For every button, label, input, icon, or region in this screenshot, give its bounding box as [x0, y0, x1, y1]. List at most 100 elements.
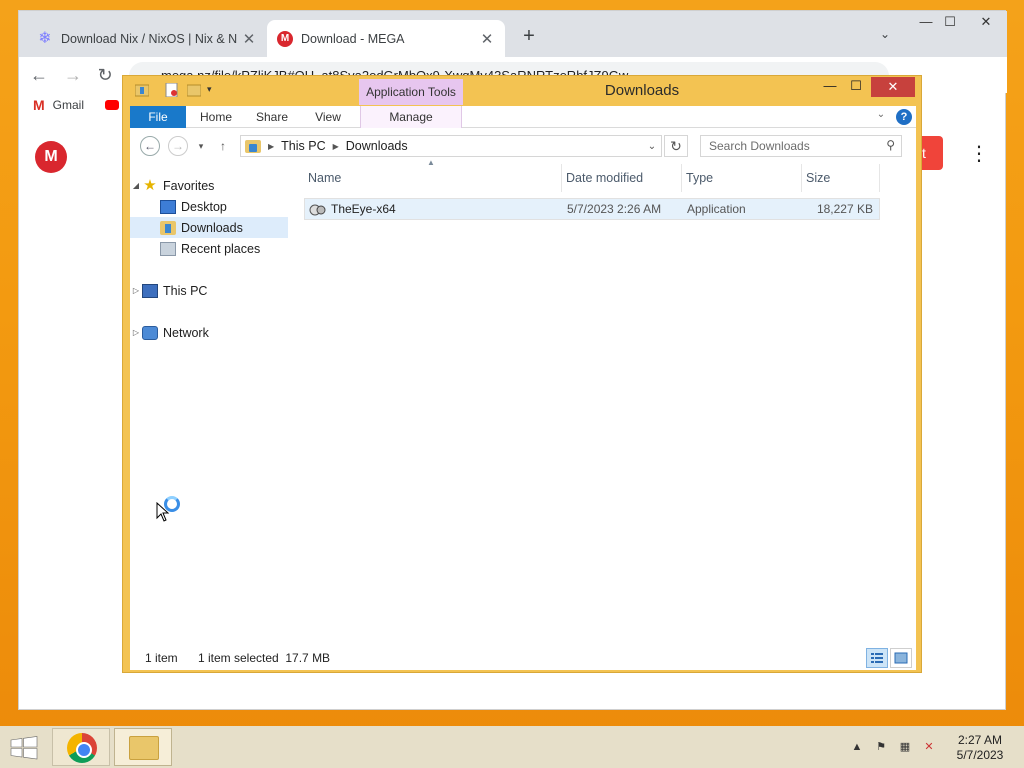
- taskbar-chrome[interactable]: [52, 728, 110, 766]
- details-view-button[interactable]: [866, 648, 888, 668]
- item-count: 1 item: [145, 651, 178, 665]
- help-icon[interactable]: ?: [896, 109, 912, 125]
- show-hidden-icons-button[interactable]: ▲: [850, 740, 864, 754]
- explorer-titlebar: ▾ Application Tools Downloads — ☐ ✕: [123, 76, 921, 106]
- explorer-content: ◢ ★ Favorites Desktop Downloads Recent p…: [130, 158, 916, 646]
- breadcrumb-arrow-icon[interactable]: ▶: [333, 142, 339, 151]
- reload-button[interactable]: ↻: [93, 63, 117, 87]
- file-date: 5/7/2023 2:26 AM: [567, 202, 662, 216]
- action-center-flag-icon[interactable]: ⚑: [874, 740, 888, 754]
- large-icons-view-button[interactable]: [890, 648, 912, 668]
- breadcrumb-downloads[interactable]: Downloads: [346, 139, 408, 153]
- tab-share[interactable]: Share: [250, 106, 294, 128]
- explorer-window: ▾ Application Tools Downloads — ☐ ✕ File…: [122, 75, 922, 673]
- up-button[interactable]: ↑: [216, 136, 230, 156]
- details-view-icon: [871, 653, 883, 663]
- close-icon[interactable]: ✕: [479, 30, 495, 48]
- window-title: Downloads: [604, 82, 680, 99]
- column-date-modified[interactable]: Date modified: [562, 164, 682, 192]
- large-icons-view-icon: [894, 652, 908, 664]
- close-window-button[interactable]: ✕: [871, 77, 915, 97]
- recent-locations-icon[interactable]: ▾: [194, 136, 208, 156]
- forward-button[interactable]: →: [168, 136, 188, 156]
- file-name: TheEye-x64: [331, 202, 396, 216]
- nav-label: Desktop: [181, 199, 227, 214]
- close-window-button[interactable]: ✕: [973, 15, 999, 31]
- column-size[interactable]: Size: [802, 164, 880, 192]
- more-menu-icon[interactable]: ⋮: [969, 143, 989, 165]
- windows-start-icon[interactable]: [10, 736, 38, 760]
- column-name[interactable]: Name: [304, 164, 562, 192]
- tab-file[interactable]: File: [130, 106, 186, 128]
- nav-label: Network: [163, 325, 209, 340]
- ribbon-tabs: File Home Share View Manage ⌄ ?: [130, 106, 916, 128]
- breadcrumb-this-pc[interactable]: This PC: [281, 139, 325, 153]
- file-row[interactable]: TheEye-x64 5/7/2023 2:26 AM Application …: [304, 198, 880, 220]
- nav-downloads[interactable]: Downloads: [130, 217, 288, 238]
- nav-network[interactable]: ▷ Network: [130, 322, 288, 343]
- tab-mega-download[interactable]: M Download - MEGA ✕: [267, 20, 505, 57]
- nav-label: Recent places: [181, 241, 261, 256]
- youtube-icon[interactable]: [105, 100, 119, 110]
- maximize-button[interactable]: ☐: [843, 79, 869, 95]
- selection-info: 1 item selected 17.7 MB: [198, 651, 331, 665]
- clock-date: 5/7/2023: [956, 748, 1004, 762]
- nav-this-pc[interactable]: ▷ This PC: [130, 280, 288, 301]
- status-bar: 1 item 1 item selected 17.7 MB: [130, 646, 916, 670]
- downloads-folder-icon: [245, 139, 261, 153]
- file-size: 18,227 KB: [816, 202, 873, 216]
- star-icon: ★: [143, 176, 157, 194]
- breadcrumb-arrow-icon[interactable]: ▶: [268, 142, 274, 151]
- search-placeholder: Search Downloads: [709, 139, 810, 153]
- browser-tab-strip: ❄ Download Nix / NixOS | Nix & N ✕ M Dow…: [19, 11, 1007, 57]
- column-type[interactable]: Type: [682, 164, 802, 192]
- volume-muted-icon[interactable]: ✕: [922, 740, 936, 754]
- search-icon: ⚲: [886, 138, 895, 152]
- close-icon[interactable]: ✕: [241, 30, 257, 48]
- gmail-icon: M: [33, 97, 45, 113]
- nav-desktop[interactable]: Desktop: [130, 196, 288, 217]
- network-icon: [142, 325, 158, 340]
- expand-arrow-icon[interactable]: ▷: [130, 328, 142, 337]
- back-button[interactable]: ←: [140, 136, 160, 156]
- new-tab-button[interactable]: +: [517, 25, 541, 49]
- file-explorer-icon: [129, 736, 159, 760]
- address-row: ← → ▾ ↑ ▶ This PC ▶ Downloads ⌄ ↻ Search…: [130, 128, 916, 164]
- mega-icon: M: [277, 30, 293, 47]
- explorer-address-bar[interactable]: ▶ This PC ▶ Downloads ⌄: [240, 135, 662, 157]
- tab-manage[interactable]: Manage: [366, 106, 456, 128]
- taskbar-file-explorer[interactable]: [114, 728, 172, 766]
- maximize-button[interactable]: ☐: [937, 15, 963, 31]
- search-input[interactable]: Search Downloads ⚲: [700, 135, 902, 157]
- minimize-button[interactable]: —: [913, 15, 939, 31]
- back-button[interactable]: ←: [27, 63, 51, 87]
- nav-label: Downloads: [181, 220, 243, 235]
- clock-time: 2:27 AM: [957, 733, 1003, 747]
- downloads-icon: [160, 220, 176, 235]
- tab-view[interactable]: View: [306, 106, 350, 128]
- tab-title: Download Nix / NixOS | Nix & N: [61, 31, 238, 46]
- network-icon[interactable]: ▦: [898, 740, 912, 754]
- mega-logo[interactable]: M: [35, 141, 67, 173]
- desktop-icon: [160, 199, 176, 214]
- computer-icon: [142, 283, 158, 298]
- navigation-pane: ◢ ★ Favorites Desktop Downloads Recent p…: [130, 164, 298, 646]
- refresh-button[interactable]: ↻: [664, 135, 688, 157]
- tab-title: Download - MEGA: [301, 31, 405, 46]
- bookmark-gmail[interactable]: M Gmail: [33, 97, 84, 113]
- forward-button[interactable]: →: [61, 63, 85, 87]
- nav-favorites[interactable]: ◢ ★ Favorites: [130, 175, 288, 196]
- nav-recent-places[interactable]: Recent places: [130, 238, 288, 259]
- chrome-icon: [67, 733, 97, 763]
- minimize-button[interactable]: —: [817, 79, 843, 95]
- nix-snowflake-icon: ❄: [38, 29, 52, 47]
- expand-arrow-icon[interactable]: ▷: [130, 286, 142, 295]
- tab-home[interactable]: Home: [194, 106, 238, 128]
- file-name-cell: TheEye-x64: [309, 199, 559, 219]
- tab-nix-download[interactable]: ❄ Download Nix / NixOS | Nix & N ✕: [27, 20, 267, 57]
- collapse-arrow-icon[interactable]: ◢: [130, 181, 142, 190]
- system-clock[interactable]: 2:27 AM 5/7/2023: [950, 733, 1010, 763]
- expand-ribbon-icon[interactable]: ⌄: [874, 109, 888, 123]
- tab-search-button[interactable]: ⌄: [875, 27, 895, 47]
- chevron-down-icon[interactable]: ⌄: [643, 141, 661, 152]
